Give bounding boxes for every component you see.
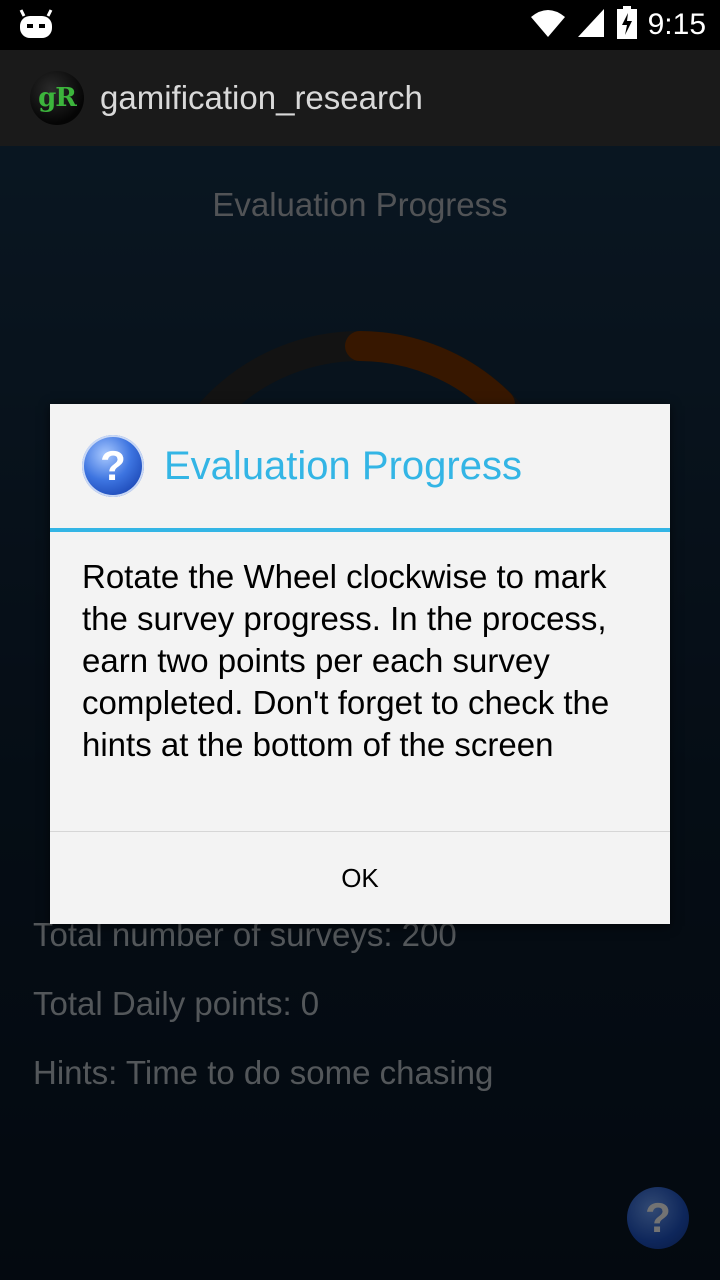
app-title: gamification_research [100, 79, 423, 116]
app-logo-icon[interactable]: gR [30, 71, 84, 125]
question-icon: ? [82, 435, 144, 497]
dialog-header: ? Evaluation Progress [50, 404, 670, 532]
wifi-icon [530, 8, 566, 42]
wheel-progress-arc [345, 331, 515, 419]
signal-icon [576, 7, 606, 43]
help-button[interactable]: ? [627, 1187, 689, 1249]
action-bar: gR gamification_research [0, 50, 720, 146]
total-surveys-text: Total number of surveys: 200 [33, 916, 457, 953]
dialog-title: Evaluation Progress [164, 443, 522, 488]
status-time: 9:15 [647, 8, 706, 41]
dialog-message: Rotate the Wheel clockwise to mark the s… [50, 532, 670, 832]
stats-list: Total number of surveys: 200 Total Daily… [33, 916, 493, 1123]
total-daily-points-text: Total Daily points: 0 [33, 985, 320, 1022]
screen-title: Evaluation Progress [212, 186, 508, 223]
status-bar: 9:15 [0, 0, 720, 50]
ok-button[interactable]: OK [50, 832, 670, 924]
evaluation-progress-dialog: ? Evaluation Progress Rotate the Wheel c… [50, 404, 670, 924]
hints-text: Hints: Time to do some chasing [33, 1054, 494, 1091]
cyanogen-mascot-icon [18, 8, 54, 40]
battery-charging-icon [616, 6, 638, 44]
